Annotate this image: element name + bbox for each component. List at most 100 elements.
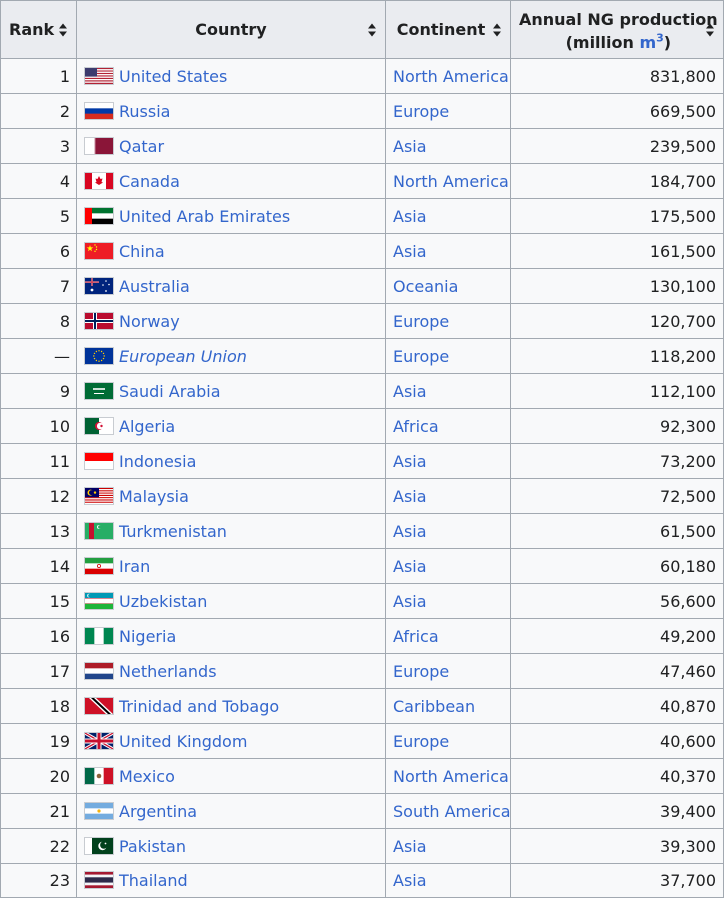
- production-cell: 49,200: [510, 618, 724, 654]
- country-link[interactable]: Netherlands: [119, 662, 217, 681]
- continent-link[interactable]: Asia: [393, 837, 427, 856]
- country-link[interactable]: Canada: [119, 172, 180, 191]
- china-flag-icon: [85, 242, 113, 259]
- country-link[interactable]: Pakistan: [119, 837, 186, 856]
- production-table: Rank Country Continent Annual NG product…: [0, 0, 724, 898]
- continent-link[interactable]: Europe: [393, 662, 449, 681]
- country-link[interactable]: Mexico: [119, 767, 175, 786]
- continent-link[interactable]: Asia: [393, 487, 427, 506]
- country-link[interactable]: Qatar: [119, 137, 164, 156]
- continent-cell: Asia: [385, 548, 511, 584]
- country-cell: China: [76, 233, 386, 269]
- country-cell: Canada: [76, 163, 386, 199]
- country-cell: Nigeria: [76, 618, 386, 654]
- country-link[interactable]: Russia: [119, 102, 170, 121]
- country-link[interactable]: United States: [119, 67, 227, 86]
- production-cell: 40,600: [510, 723, 724, 759]
- continent-link[interactable]: Europe: [393, 102, 449, 121]
- country-column-header[interactable]: Country: [76, 0, 386, 59]
- continent-cell: North America: [385, 58, 511, 94]
- continent-link[interactable]: North America: [393, 67, 509, 86]
- cubic-metre-link[interactable]: m3: [639, 33, 663, 52]
- continent-link[interactable]: North America: [393, 172, 509, 191]
- continent-link[interactable]: Oceania: [393, 277, 458, 296]
- sort-icon[interactable]: [59, 23, 68, 36]
- continent-link[interactable]: Europe: [393, 312, 449, 331]
- production-cell: 120,700: [510, 303, 724, 339]
- continent-cell: Asia: [385, 443, 511, 479]
- production-cell: 130,100: [510, 268, 724, 304]
- country-cell: Uzbekistan: [76, 583, 386, 619]
- sort-icon[interactable]: [706, 23, 715, 36]
- continent-link[interactable]: Africa: [393, 627, 439, 646]
- continent-cell: Europe: [385, 303, 511, 339]
- continent-cell: Europe: [385, 653, 511, 689]
- rank-cell: 16: [0, 618, 77, 654]
- table-row: 23 Thailand Asia 37,700: [0, 863, 724, 898]
- rank-column-header[interactable]: Rank: [0, 0, 77, 59]
- continent-link[interactable]: Africa: [393, 417, 439, 436]
- continent-link[interactable]: Europe: [393, 347, 449, 366]
- continent-link[interactable]: Asia: [393, 382, 427, 401]
- country-link[interactable]: Turkmenistan: [119, 522, 227, 541]
- table-row: 7 Australia Oceania 130,100: [0, 268, 724, 304]
- country-link[interactable]: Saudi Arabia: [119, 382, 221, 401]
- country-link[interactable]: Argentina: [119, 802, 197, 821]
- production-cell: 118,200: [510, 338, 724, 374]
- production-cell: 184,700: [510, 163, 724, 199]
- table-row: 10 Algeria Africa 92,300: [0, 408, 724, 444]
- country-link[interactable]: United Arab Emirates: [119, 207, 290, 226]
- country-link[interactable]: Malaysia: [119, 487, 189, 506]
- country-link[interactable]: Nigeria: [119, 627, 176, 646]
- norway-flag-icon: [85, 312, 113, 329]
- country-link[interactable]: Uzbekistan: [119, 592, 207, 611]
- production-cell: 40,870: [510, 688, 724, 724]
- continent-cell: Asia: [385, 478, 511, 514]
- country-link[interactable]: Algeria: [119, 417, 175, 436]
- country-link[interactable]: Australia: [119, 277, 190, 296]
- nigeria-flag-icon: [85, 627, 114, 644]
- country-link[interactable]: Iran: [119, 557, 150, 576]
- continent-link[interactable]: Asia: [393, 557, 427, 576]
- continent-link[interactable]: Europe: [393, 732, 449, 751]
- continent-link[interactable]: Asia: [393, 452, 427, 471]
- country-link[interactable]: Norway: [119, 312, 180, 331]
- sort-icon[interactable]: [493, 23, 502, 36]
- rank-cell: 21: [0, 793, 77, 829]
- continent-column-header[interactable]: Continent: [385, 0, 511, 59]
- rank-cell: 7: [0, 268, 77, 304]
- production-cell: 39,300: [510, 828, 724, 864]
- continent-cell: Europe: [385, 723, 511, 759]
- country-cell: Pakistan: [76, 828, 386, 864]
- continent-link[interactable]: Asia: [393, 137, 427, 156]
- country-cell: Saudi Arabia: [76, 373, 386, 409]
- continent-link[interactable]: Asia: [393, 592, 427, 611]
- country-cell: European Union: [76, 338, 386, 374]
- continent-cell: Europe: [385, 93, 511, 129]
- continent-link[interactable]: Asia: [393, 242, 427, 261]
- continent-link[interactable]: Asia: [393, 871, 427, 890]
- continent-link[interactable]: Asia: [393, 522, 427, 541]
- country-link[interactable]: Thailand: [119, 871, 188, 890]
- continent-link[interactable]: South America: [393, 802, 510, 821]
- table-row: 20 Mexico North America 40,370: [0, 758, 724, 794]
- netherlands-flag-icon: [85, 662, 113, 679]
- argentina-flag-icon: [85, 802, 113, 819]
- table-row: 15 Uzbekistan Asia 56,600: [0, 583, 724, 619]
- continent-cell: South America: [385, 793, 511, 829]
- country-link[interactable]: Trinidad and Tobago: [119, 697, 279, 716]
- rank-cell: 4: [0, 163, 77, 199]
- production-column-header[interactable]: Annual NG production (million m3): [510, 0, 724, 59]
- country-link[interactable]: European Union: [119, 347, 247, 366]
- country-link[interactable]: United Kingdom: [119, 732, 247, 751]
- country-link[interactable]: China: [119, 242, 165, 261]
- rank-cell: 2: [0, 93, 77, 129]
- production-cell: 831,800: [510, 58, 724, 94]
- continent-link[interactable]: Caribbean: [393, 697, 475, 716]
- continent-link[interactable]: Asia: [393, 207, 427, 226]
- production-cell: 56,600: [510, 583, 724, 619]
- continent-link[interactable]: North America: [393, 767, 509, 786]
- sort-icon[interactable]: [368, 23, 377, 36]
- production-header-line1: Annual NG production: [519, 10, 718, 29]
- country-link[interactable]: Indonesia: [119, 452, 196, 471]
